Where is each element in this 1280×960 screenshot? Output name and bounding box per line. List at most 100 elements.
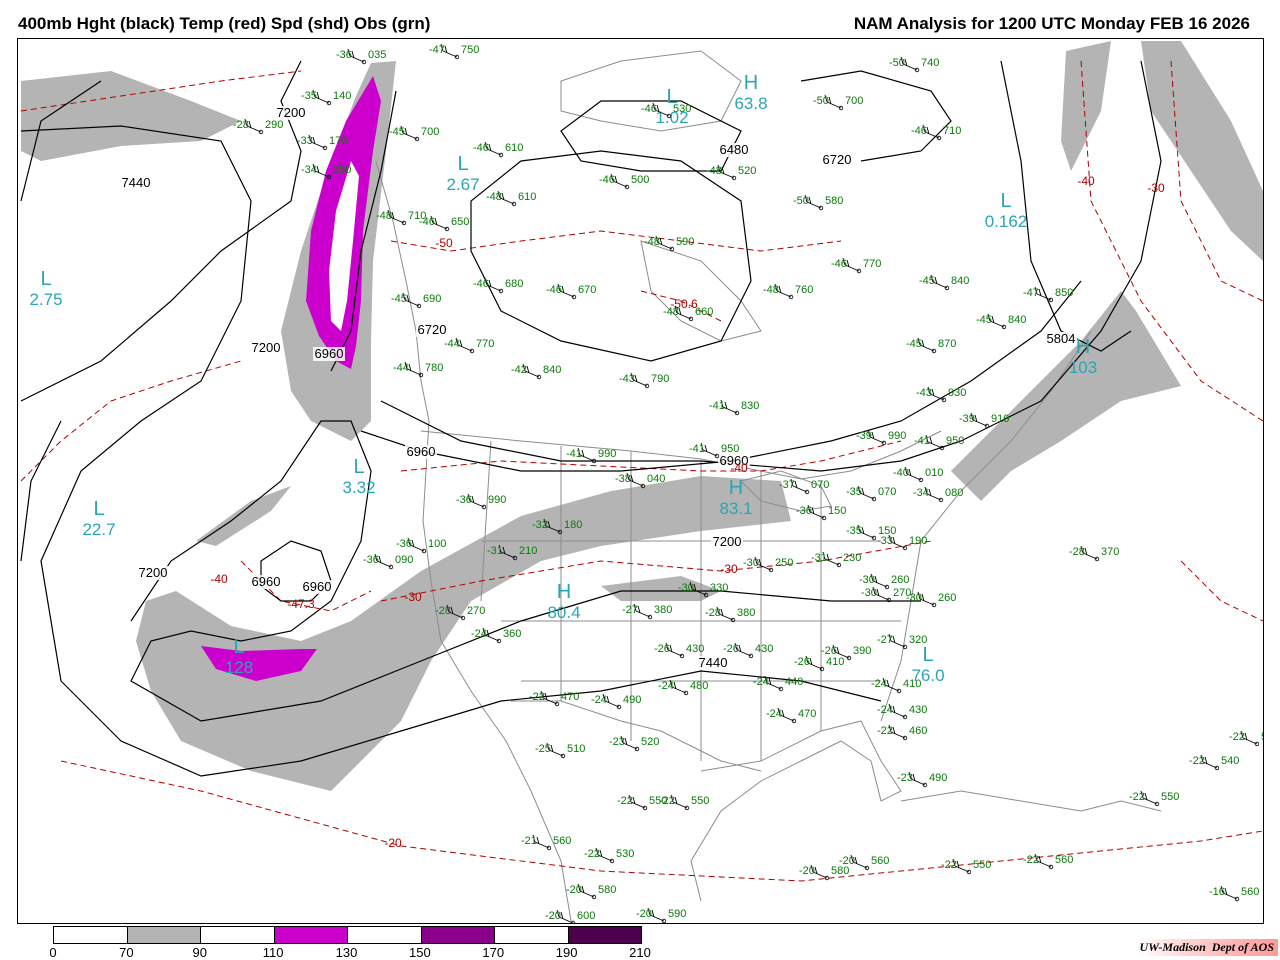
station-plot: -26 410: [794, 655, 844, 672]
station-temperature: -22: [529, 691, 545, 703]
station-temperature: -34: [301, 164, 317, 176]
station-temperature: -24: [877, 704, 893, 716]
station-height: 440: [785, 676, 803, 688]
height-contour-label: 6960: [315, 346, 344, 361]
station-temperature: -30: [743, 557, 759, 569]
station-height: 930: [948, 387, 966, 399]
wind-speed-shading: [21, 41, 1263, 791]
station-temperature: -36: [336, 49, 352, 61]
station-height: 610: [505, 142, 523, 154]
station-plot: -41 830: [709, 399, 759, 416]
low-marker: L: [353, 456, 364, 478]
station-plot: -37 070: [779, 478, 829, 495]
station-height: 700: [845, 95, 863, 107]
station-height: 650: [451, 216, 469, 228]
station-plot: -26 430: [723, 642, 773, 659]
colorbar-tick-label: 170: [482, 945, 505, 960]
station-temperature: -22: [941, 859, 957, 871]
height-contour-label: 7200: [277, 105, 306, 120]
station-temperature: -41: [566, 448, 582, 460]
arctic-islands: [560, 50, 742, 132]
station-plot: -42 840: [511, 363, 561, 380]
station-height: 080: [945, 487, 963, 499]
station-plot: -21 560: [521, 834, 571, 851]
height-contour-label: 6480: [720, 142, 749, 157]
station-height: 840: [543, 364, 561, 376]
station-temperature: -46: [831, 258, 847, 270]
station-temperature: -20: [636, 908, 652, 920]
low-high-value: 2.67: [446, 175, 479, 194]
station-temperature: -45: [389, 126, 405, 138]
station-temperature: -22: [659, 795, 675, 807]
colorbar-tick-label: 110: [262, 945, 284, 960]
station-plot: -36 100: [396, 537, 446, 554]
hudson-bay: [640, 240, 762, 342]
station-height: 500: [631, 174, 649, 186]
station-height: 260: [938, 592, 956, 604]
credit-org: UW-Madison: [1139, 940, 1206, 954]
station-height: 660: [695, 306, 713, 318]
station-temperature: -36: [396, 538, 412, 550]
station-temperature: -21: [521, 835, 537, 847]
map-canvas: 7200 7440 7200 6960 6720 6960 6960 7200 7200 6960…: [20, 41, 1263, 923]
station-height: 380: [737, 607, 755, 619]
station-height: 170: [329, 135, 347, 147]
station-height: 430: [686, 643, 704, 655]
station-plot: -27 380: [622, 603, 672, 620]
station-plot: -22 540: [1229, 730, 1263, 747]
station-height: 750: [461, 44, 479, 56]
station-height: 580: [831, 865, 849, 877]
height-contour-label: 5804: [1047, 331, 1076, 346]
colorbar-segment: [54, 927, 128, 943]
station-temperature: -47: [429, 44, 445, 56]
station-height: 830: [741, 400, 759, 412]
station-plot: -36 990: [456, 493, 506, 510]
station-temperature: -25: [535, 743, 551, 755]
low-marker: L: [1000, 190, 1011, 212]
colorbar-segment: [201, 927, 275, 943]
caribbean-islands: [900, 790, 1162, 812]
station-height: 530: [673, 103, 691, 115]
low-high-value: 2.75: [29, 290, 62, 309]
station-height: 910: [991, 413, 1009, 425]
jet-streak-gray-pacific: [21, 71, 241, 161]
station-temperature: -46: [641, 103, 657, 115]
station-plot: -45 870: [906, 337, 956, 354]
station-height: 740: [921, 57, 939, 69]
station-height: 150: [828, 505, 846, 517]
colorbar-segment: [568, 927, 641, 943]
temperature-contour-label: -40: [1077, 174, 1095, 188]
low-high-value: 80.4: [547, 603, 580, 622]
station-height: 260: [891, 574, 909, 586]
station-plot: -40 010: [893, 466, 943, 483]
temperature-contour-label: -30: [1147, 181, 1165, 195]
credit-badge: UW-Madison Dept of AOS: [1135, 939, 1278, 956]
station-plot: -45 840: [976, 313, 1026, 330]
colorbar-segment: [348, 927, 422, 943]
station-height: 950: [946, 435, 964, 447]
station-temperature: -48: [376, 210, 392, 222]
station-plot: -30 260: [906, 591, 956, 608]
station-height: 070: [878, 486, 896, 498]
colorbar-segment: [127, 927, 201, 943]
station-plot: -43 930: [916, 386, 966, 403]
station-temperature: -33: [877, 535, 893, 547]
jet-streak-gray-midwest: [601, 576, 721, 601]
station-plot: -36 035: [336, 48, 386, 65]
temp-contour-b: [20, 360, 242, 482]
station-temperature: -44: [444, 338, 460, 350]
station-temperature: -26: [794, 656, 810, 668]
low-high-value: 128: [225, 658, 253, 677]
low-marker: L: [233, 636, 244, 658]
wind-speed-colorbar: [53, 926, 642, 944]
station-height: 230: [843, 552, 861, 564]
station-height: 270: [467, 605, 485, 617]
station-height: 290: [265, 119, 283, 131]
station-temperature: -28: [1069, 546, 1085, 558]
station-temperature: -24: [871, 678, 887, 690]
station-height: 470: [798, 708, 816, 720]
station-temperature: -46: [473, 278, 489, 290]
station-plot: -50 740: [889, 56, 939, 73]
station-height: 850: [1055, 287, 1073, 299]
station-plot: -46 710: [911, 124, 961, 141]
